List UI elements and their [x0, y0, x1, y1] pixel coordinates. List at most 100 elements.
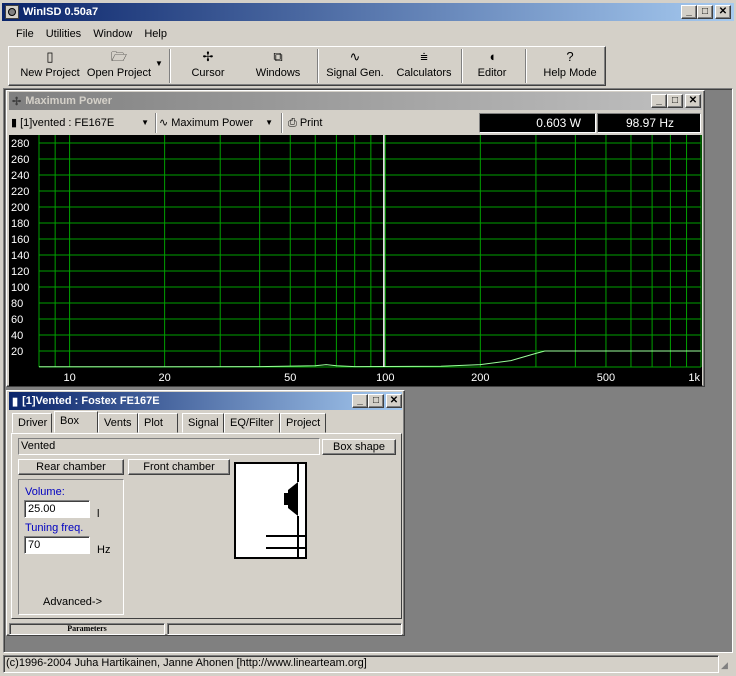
y-tick-label: 180 [11, 218, 29, 230]
windows-button[interactable]: ⧉ Windows [249, 47, 307, 85]
toolbar-separator [461, 49, 463, 83]
parameters-status-panel: Parameters [9, 623, 165, 635]
frequency-readout: 98.97 Hz [597, 113, 701, 133]
box-shape-button[interactable]: Box shape [322, 439, 396, 455]
status-bar: (c)1996-2004 Juha Hartikainen, Janne Aho… [3, 655, 719, 673]
windows-icon: ⧉ [273, 49, 283, 64]
tuning-unit: Hz [97, 544, 111, 556]
calculator-icon: ⩧ [420, 49, 428, 64]
x-tick-label: 200 [471, 372, 489, 384]
toolbar-separator [317, 49, 319, 83]
power-readout: 0.603 W [479, 113, 596, 133]
maximize-icon[interactable]: □ [667, 94, 683, 108]
plot-window-title: Maximum Power [25, 95, 113, 107]
toolbar-separator [281, 113, 283, 133]
x-tick-label: 100 [376, 372, 394, 384]
status-panel-empty [167, 623, 402, 635]
new-project-icon: ▯ [46, 49, 54, 64]
tab-panel-box: Vented Box shape Rear chamber Front cham… [11, 433, 402, 619]
front-chamber-button[interactable]: Front chamber [128, 459, 230, 475]
project-window: ▮ [1]Vented : Fostex FE167E _ □ ✕ Driver… [6, 390, 405, 636]
speaker-icon: ◖ [488, 49, 496, 64]
y-tick-label: 260 [11, 154, 29, 166]
cursor-button[interactable]: ✢ Cursor [179, 47, 237, 85]
y-tick-label: 80 [11, 298, 23, 310]
y-tick-label: 40 [11, 330, 23, 342]
volume-input[interactable]: 25.00 [24, 500, 90, 518]
toolbar-separator [525, 49, 527, 83]
tuning-freq-input[interactable]: 70 [24, 536, 90, 554]
menu-help[interactable]: Help [138, 24, 173, 45]
maximize-icon[interactable]: □ [697, 5, 713, 19]
chart-background [9, 135, 702, 386]
tab-box[interactable]: Box [54, 411, 98, 433]
editor-button[interactable]: ◖ Editor [469, 47, 515, 85]
calculators-button[interactable]: ⩧ Calculators [393, 47, 455, 85]
signal-gen-button[interactable]: ∿ Signal Gen. [323, 47, 387, 85]
tuning-label: Tuning freq. [25, 522, 84, 534]
minimize-icon[interactable]: _ [651, 94, 667, 108]
project-select[interactable]: ▮ [1]vented : FE167E ▼ [11, 113, 151, 133]
y-tick-label: 100 [11, 282, 29, 294]
speaker-icon: ▮ [11, 117, 18, 129]
advanced-link[interactable]: Advanced-> [43, 596, 102, 608]
tab-driver[interactable]: Driver [12, 413, 52, 433]
app-icon [5, 5, 19, 19]
y-tick-label: 160 [11, 234, 29, 246]
toolbar-separator [169, 49, 171, 83]
y-tick-label: 200 [11, 202, 29, 214]
toolbar-separator [155, 113, 157, 133]
rear-chamber-button[interactable]: Rear chamber [18, 459, 124, 475]
menu-file[interactable]: File [10, 24, 40, 45]
y-tick-label: 20 [11, 346, 23, 358]
resize-grip-icon[interactable]: ◢ [721, 660, 733, 672]
box-type-select[interactable]: Vented [18, 438, 320, 455]
max-power-chart[interactable]: 20 40 60 80 100 120 140 160 180 200 220 240 260 280 10… [9, 135, 702, 386]
minimize-icon[interactable]: _ [352, 394, 368, 408]
close-icon[interactable]: ✕ [386, 394, 402, 408]
tab-signal[interactable]: Signal [182, 413, 224, 433]
question-icon: ? [566, 49, 574, 64]
plot-window-icon: ✢ [12, 95, 22, 108]
app-title-bar[interactable]: WinISD 0.50a7 _ □ ✕ [2, 3, 734, 21]
tab-project[interactable]: Project [280, 413, 326, 433]
y-tick-label: 280 [11, 138, 29, 150]
x-tick-label: 20 [159, 372, 171, 384]
x-tick-label: 50 [284, 372, 296, 384]
y-tick-label: 140 [11, 250, 29, 262]
y-tick-label: 220 [11, 186, 29, 198]
menu-bar: File Utilities Window Help [10, 24, 173, 45]
volume-unit: l [97, 508, 100, 520]
plot-window-title-bar[interactable]: ✢ Maximum Power _ □ ✕ [9, 92, 702, 110]
maximize-icon[interactable]: □ [368, 394, 384, 408]
menu-window[interactable]: Window [87, 24, 138, 45]
toolbar: ▯ New Project 🗁 Open Project ▼ ✢ Cursor … [8, 46, 606, 86]
volume-label: Volume: [25, 486, 65, 498]
project-window-title: [1]Vented : Fostex FE167E [22, 395, 160, 407]
tab-vents[interactable]: Vents [98, 413, 138, 433]
graph-select[interactable]: ∿ Maximum Power ▼ [159, 113, 275, 133]
speaker-icon: ▮ [12, 395, 19, 408]
plot-window: ✢ Maximum Power _ □ ✕ ▮ [1]vented : FE167… [6, 90, 705, 387]
tab-plot[interactable]: Plot [138, 413, 178, 433]
dropdown-arrow-icon: ▼ [141, 118, 149, 127]
x-tick-label: 500 [597, 372, 615, 384]
new-project-button[interactable]: ▯ New Project [17, 47, 83, 85]
y-tick-label: 60 [11, 314, 23, 326]
minimize-icon[interactable]: _ [681, 5, 697, 19]
open-project-button[interactable]: 🗁 Open Project [85, 47, 153, 85]
menu-utilities[interactable]: Utilities [40, 24, 87, 45]
folder-icon: 🗁 [110, 49, 128, 64]
close-icon[interactable]: ✕ [685, 94, 701, 108]
crosshair-icon: ✢ [202, 49, 214, 64]
tab-eq-filter[interactable]: EQ/Filter [224, 413, 280, 433]
tab-strip: Driver Box Vents Plot Signal EQ/Filter P… [10, 411, 402, 433]
help-mode-button[interactable]: ? Help Mode [539, 47, 601, 85]
sine-wave-icon: ∿ [349, 49, 361, 64]
box-diagram [234, 462, 307, 559]
y-tick-label: 240 [11, 170, 29, 182]
project-window-title-bar[interactable]: ▮ [1]Vented : Fostex FE167E _ □ ✕ [9, 392, 402, 410]
print-button[interactable]: ⎙ Print [288, 113, 348, 133]
close-icon[interactable]: ✕ [715, 5, 731, 19]
open-dropdown-arrow-icon[interactable]: ▼ [155, 59, 163, 68]
